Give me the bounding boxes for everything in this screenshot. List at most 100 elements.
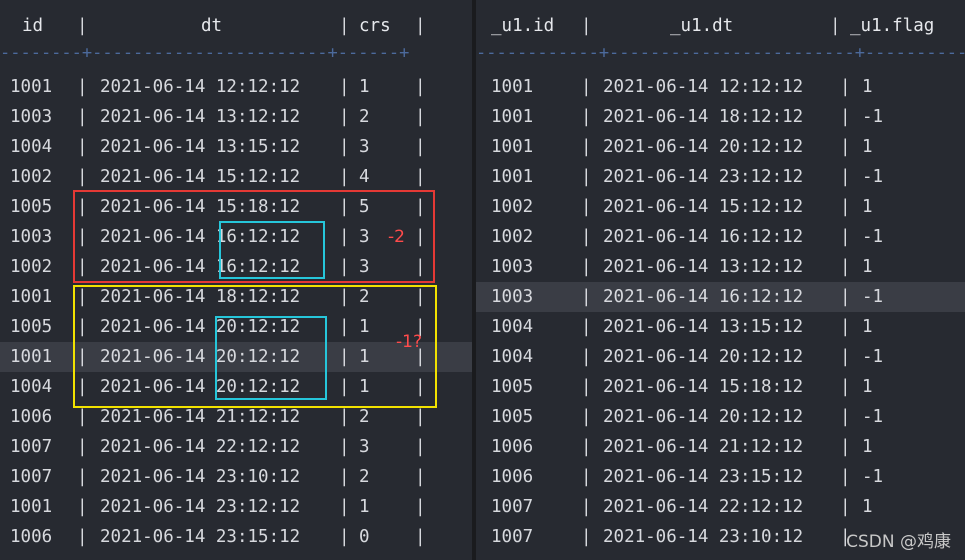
cell-id[interactable]: 1004 [10, 135, 52, 159]
cell-crs[interactable]: 3 [359, 435, 370, 459]
cell-id[interactable]: 1001 [10, 285, 52, 309]
cell-crs[interactable]: 1 [359, 315, 370, 339]
cell-id[interactable]: 1006 [10, 405, 52, 429]
cell-u1-dt[interactable]: 2021-06-14 12:12:12 [603, 75, 803, 99]
column-header-id[interactable]: id [22, 14, 43, 38]
cell-u1-flag[interactable]: 1 [862, 375, 873, 399]
cell-dt[interactable]: 2021-06-14 12:12:12 [100, 75, 300, 99]
column-header-crs[interactable]: crs [359, 14, 391, 38]
cell-u1-flag[interactable]: -1 [862, 345, 883, 369]
cell-crs[interactable]: 1 [359, 345, 370, 369]
left-result-panel[interactable]: id | dt | crs | --------+---------------… [0, 0, 472, 560]
cell-u1-dt[interactable]: 2021-06-14 13:12:12 [603, 255, 803, 279]
cell-u1-flag[interactable]: 1 [862, 495, 873, 519]
cell-dt[interactable]: 2021-06-14 16:12:12 [100, 255, 300, 279]
cell-u1-id[interactable]: 1005 [491, 405, 533, 429]
cell-crs[interactable]: 1 [359, 75, 370, 99]
cell-u1-dt[interactable]: 2021-06-14 18:12:12 [603, 105, 803, 129]
cell-id[interactable]: 1004 [10, 375, 52, 399]
cell-u1-dt[interactable]: 2021-06-14 20:12:12 [603, 135, 803, 159]
cell-crs[interactable]: 5 [359, 195, 370, 219]
cell-u1-flag[interactable]: -1 [862, 225, 883, 249]
cell-dt[interactable]: 2021-06-14 20:12:12 [100, 345, 300, 369]
cell-crs[interactable]: 1 [359, 375, 370, 399]
cell-u1-dt[interactable]: 2021-06-14 15:18:12 [603, 375, 803, 399]
cell-dt[interactable]: 2021-06-14 22:12:12 [100, 435, 300, 459]
cell-u1-id[interactable]: 1007 [491, 525, 533, 549]
cell-u1-dt[interactable]: 2021-06-14 23:15:12 [603, 465, 803, 489]
cell-crs[interactable]: 3 [359, 225, 370, 249]
cell-u1-dt[interactable]: 2021-06-14 16:12:12 [603, 285, 803, 309]
cell-u1-dt[interactable]: 2021-06-14 13:15:12 [603, 315, 803, 339]
column-header-u1-id[interactable]: _u1.id [491, 14, 554, 38]
cell-crs[interactable]: 2 [359, 285, 370, 309]
cell-crs[interactable]: 2 [359, 105, 370, 129]
cell-u1-flag[interactable]: -1 [862, 285, 883, 309]
cell-id[interactable]: 1005 [10, 195, 52, 219]
cell-u1-dt[interactable]: 2021-06-14 15:12:12 [603, 195, 803, 219]
cell-u1-flag[interactable]: 1 [862, 435, 873, 459]
cell-dt[interactable]: 2021-06-14 21:12:12 [100, 405, 300, 429]
cell-u1-id[interactable]: 1006 [491, 465, 533, 489]
cell-u1-dt[interactable]: 2021-06-14 22:12:12 [603, 495, 803, 519]
cell-crs[interactable]: 3 [359, 255, 370, 279]
cell-u1-id[interactable]: 1001 [491, 135, 533, 159]
cell-id[interactable]: 1007 [10, 465, 52, 489]
cell-u1-id[interactable]: 1001 [491, 75, 533, 99]
cell-u1-id[interactable]: 1002 [491, 225, 533, 249]
cell-u1-flag[interactable]: 1 [862, 195, 873, 219]
cell-u1-flag[interactable]: -1 [862, 465, 883, 489]
cell-u1-id[interactable]: 1004 [491, 345, 533, 369]
cell-id[interactable]: 1003 [10, 105, 52, 129]
right-result-panel[interactable]: _u1.id | _u1.dt | _u1.flag ------------+… [476, 0, 965, 560]
cell-u1-flag[interactable]: 1 [862, 135, 873, 159]
column-header-u1-flag[interactable]: _u1.flag [850, 14, 934, 38]
cell-dt[interactable]: 2021-06-14 20:12:12 [100, 375, 300, 399]
cell-u1-id[interactable]: 1005 [491, 375, 533, 399]
column-header-dt[interactable]: dt [201, 14, 222, 38]
cell-u1-id[interactable]: 1001 [491, 165, 533, 189]
cell-crs[interactable]: 3 [359, 135, 370, 159]
cell-crs[interactable]: 4 [359, 165, 370, 189]
cell-u1-id[interactable]: 1002 [491, 195, 533, 219]
cell-u1-dt[interactable]: 2021-06-14 23:10:12 [603, 525, 803, 549]
cell-dt[interactable]: 2021-06-14 15:12:12 [100, 165, 300, 189]
cell-id[interactable]: 1003 [10, 225, 52, 249]
cell-id[interactable]: 1001 [10, 75, 52, 99]
cell-dt[interactable]: 2021-06-14 23:10:12 [100, 465, 300, 489]
cell-u1-flag[interactable]: 1 [862, 315, 873, 339]
cell-u1-dt[interactable]: 2021-06-14 16:12:12 [603, 225, 803, 249]
cell-u1-flag[interactable]: 1 [862, 75, 873, 99]
cell-u1-flag[interactable]: -1 [862, 165, 883, 189]
cell-u1-id[interactable]: 1001 [491, 105, 533, 129]
cell-crs[interactable]: 0 [359, 525, 370, 549]
cell-u1-dt[interactable]: 2021-06-14 21:12:12 [603, 435, 803, 459]
cell-u1-flag[interactable]: -1 [862, 405, 883, 429]
cell-dt[interactable]: 2021-06-14 13:12:12 [100, 105, 300, 129]
column-header-u1-dt[interactable]: _u1.dt [670, 14, 733, 38]
cell-u1-id[interactable]: 1006 [491, 435, 533, 459]
cell-id[interactable]: 1005 [10, 315, 52, 339]
cell-id[interactable]: 1001 [10, 345, 52, 369]
cell-id[interactable]: 1002 [10, 165, 52, 189]
cell-u1-id[interactable]: 1004 [491, 315, 533, 339]
cell-u1-flag[interactable]: 1 [862, 255, 873, 279]
cell-id[interactable]: 1007 [10, 435, 52, 459]
cell-dt[interactable]: 2021-06-14 15:18:12 [100, 195, 300, 219]
cell-u1-dt[interactable]: 2021-06-14 20:12:12 [603, 405, 803, 429]
cell-u1-id[interactable]: 1003 [491, 255, 533, 279]
cell-id[interactable]: 1006 [10, 525, 52, 549]
cell-dt[interactable]: 2021-06-14 23:15:12 [100, 525, 300, 549]
cell-u1-dt[interactable]: 2021-06-14 23:12:12 [603, 165, 803, 189]
cell-crs[interactable]: 2 [359, 465, 370, 489]
cell-id[interactable]: 1002 [10, 255, 52, 279]
cell-dt[interactable]: 2021-06-14 18:12:12 [100, 285, 300, 309]
cell-id[interactable]: 1001 [10, 495, 52, 519]
cell-u1-id[interactable]: 1007 [491, 495, 533, 519]
cell-crs[interactable]: 1 [359, 495, 370, 519]
cell-dt[interactable]: 2021-06-14 16:12:12 [100, 225, 300, 249]
cell-crs[interactable]: 2 [359, 405, 370, 429]
cell-u1-id[interactable]: 1003 [491, 285, 533, 309]
cell-u1-flag[interactable]: -1 [862, 105, 883, 129]
cell-dt[interactable]: 2021-06-14 13:15:12 [100, 135, 300, 159]
